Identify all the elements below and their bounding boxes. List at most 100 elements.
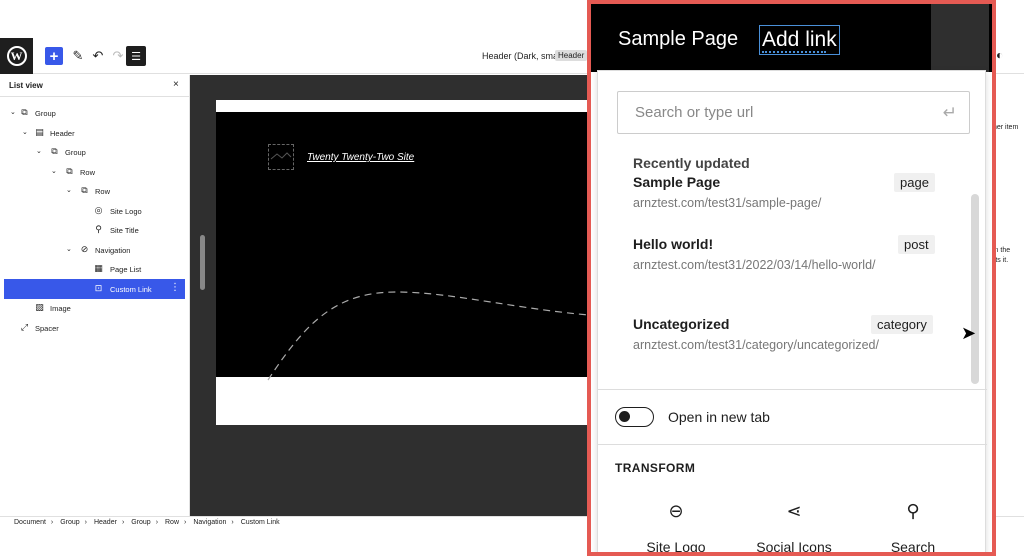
navigation-icon: ⊘ — [80, 244, 89, 254]
result-item[interactable]: Hello world! arnztest.com/test31/2022/03… — [633, 236, 933, 274]
site-title[interactable]: Twenty Twenty-Two Site — [307, 152, 414, 163]
transform-social-icons-button[interactable]: ⋖ Social Icons — [734, 501, 854, 555]
chevron-down-icon[interactable]: ⌄ — [66, 245, 72, 253]
open-new-tab-label: Open in new tab — [668, 409, 770, 425]
result-type-badge: page — [894, 173, 935, 192]
spacer-icon: ⤢ — [20, 322, 29, 332]
decorative-curve — [267, 291, 616, 381]
list-item-label: Row — [95, 187, 111, 196]
transform-label: Social Icons — [756, 539, 832, 555]
list-item-row[interactable]: ⌄ ⧉ Row — [4, 181, 185, 201]
styles-icon[interactable]: ◐ — [996, 48, 1003, 62]
document-title[interactable]: Header (Dark, small) — [482, 51, 565, 61]
list-item-label: Row — [80, 168, 96, 177]
results-scrollbar[interactable] — [971, 194, 979, 384]
list-item-row[interactable]: ⌄ ⧉ Row — [4, 162, 185, 182]
result-url: arnztest.com/test31/category/uncategoriz… — [633, 338, 879, 352]
transform-heading: TRANSFORM — [615, 461, 696, 475]
open-new-tab-toggle[interactable] — [615, 407, 654, 427]
list-item-label: Custom Link — [110, 285, 152, 294]
list-view-header: List view × — [0, 75, 189, 97]
list-item-custom-link[interactable]: ⊡ Custom Link ⋮ — [4, 279, 185, 299]
list-item-navigation[interactable]: ⌄ ⊘ Navigation — [4, 240, 185, 260]
template-preview[interactable]: Twenty Twenty-Two Site — [216, 100, 616, 425]
divider — [598, 389, 987, 390]
wordpress-icon: W — [6, 46, 27, 66]
list-item-label: Site Logo — [110, 207, 142, 216]
list-item-label: Page List — [110, 265, 142, 274]
breadcrumb-item[interactable]: Group — [60, 519, 79, 526]
result-type-badge: post — [898, 235, 935, 254]
chevron-down-icon[interactable]: ⌄ — [10, 108, 16, 116]
canvas-edge — [931, 4, 989, 72]
list-item-label: Image — [50, 304, 71, 313]
list-item-site-title[interactable]: ⚲ Site Title — [4, 220, 185, 240]
submit-enter-icon[interactable]: ↵ — [943, 103, 957, 123]
site-logo-icon: ◎ — [94, 205, 103, 215]
row-icon: ⧉ — [81, 185, 88, 195]
image-placeholder-icon — [270, 152, 292, 160]
group-icon: ⧉ — [21, 107, 28, 117]
list-item-label: Header — [50, 129, 75, 138]
link-search-input[interactable] — [635, 104, 925, 121]
link-search-field[interactable]: ↵ — [617, 91, 970, 134]
search-icon: ⚲ — [906, 501, 920, 521]
divider — [598, 444, 987, 445]
nav-item-sample-page[interactable]: Sample Page — [618, 28, 738, 51]
custom-link-icon: ⊡ — [94, 283, 103, 293]
recently-updated-label: Recently updated — [633, 155, 750, 171]
list-item-label: Spacer — [35, 324, 59, 333]
list-view-title: List view — [9, 81, 43, 90]
edit-tool-icon[interactable]: ✎ — [69, 47, 87, 65]
wordpress-logo-button[interactable]: W — [0, 38, 33, 74]
list-item-label: Group — [65, 148, 86, 157]
chevron-down-icon[interactable]: ⌄ — [51, 167, 57, 175]
result-url: arnztest.com/test31/sample-page/ — [633, 196, 822, 210]
list-item-label: Navigation — [95, 246, 131, 255]
list-item-group[interactable]: ⌄ ⧉ Group — [4, 142, 185, 162]
mouse-cursor-icon: ➤ — [961, 323, 977, 343]
navigation-bar: Sample Page Add link — [591, 4, 992, 72]
transform-label: Search — [890, 539, 936, 555]
breadcrumb-item[interactable]: Document — [14, 519, 46, 526]
breadcrumb-item[interactable]: Header — [94, 519, 117, 526]
toggle-knob — [619, 411, 630, 422]
undo-icon[interactable]: ↶ — [89, 47, 107, 65]
chevron-down-icon[interactable]: ⌄ — [66, 186, 72, 194]
header-icon: ▤ — [35, 127, 44, 137]
list-item-label: Site Title — [110, 226, 139, 235]
list-item-page-list[interactable]: ▦ Page List — [4, 259, 185, 279]
list-item-spacer[interactable]: ⤢ Spacer — [4, 318, 185, 338]
more-options-icon[interactable]: ⋮ — [170, 282, 180, 293]
list-item-image[interactable]: ▨ Image — [4, 298, 185, 318]
list-item-site-logo[interactable]: ◎ Site Logo — [4, 201, 185, 221]
transform-label: Site Logo — [646, 539, 706, 555]
close-icon[interactable]: × — [173, 79, 179, 90]
list-view-icon[interactable]: ☰ — [126, 46, 146, 66]
group-icon: ⧉ — [51, 146, 58, 156]
list-item-header[interactable]: ⌄ ▤ Header — [4, 123, 185, 143]
result-item[interactable]: Sample Page arnztest.com/test31/sample-p… — [633, 174, 933, 212]
breadcrumb-item[interactable]: Row — [165, 519, 179, 526]
result-title: Sample Page — [633, 174, 721, 190]
resize-handle[interactable] — [200, 235, 205, 290]
breadcrumb-item[interactable]: Navigation — [193, 519, 226, 526]
transform-search-button[interactable]: ⚲ Search — [853, 501, 973, 555]
breadcrumb-item[interactable]: Group — [131, 519, 150, 526]
redo-icon[interactable]: ↷ — [109, 47, 127, 65]
site-logo-placeholder[interactable] — [268, 144, 294, 170]
sidebar-text: her item — [993, 124, 1019, 131]
transform-site-logo-button[interactable]: ⊖ Site Logo — [616, 501, 736, 555]
result-title: Hello world! — [633, 236, 714, 252]
template-part-badge: Header — [555, 50, 588, 61]
chevron-down-icon[interactable]: ⌄ — [36, 147, 42, 155]
search-results: Recently updated Sample Page arnztest.co… — [598, 151, 987, 391]
add-block-button[interactable]: + — [45, 47, 63, 65]
link-control-panel: ↵ Recently updated Sample Page arnztest.… — [597, 70, 987, 555]
page-list-icon: ▦ — [94, 263, 103, 273]
image-icon: ▨ — [35, 302, 44, 312]
chevron-down-icon[interactable]: ⌄ — [22, 128, 28, 136]
breadcrumb-item[interactable]: Custom Link — [241, 519, 280, 526]
list-item-group[interactable]: ⌄ ⧉ Group — [4, 103, 185, 123]
header-block[interactable]: Twenty Twenty-Two Site — [216, 112, 616, 381]
